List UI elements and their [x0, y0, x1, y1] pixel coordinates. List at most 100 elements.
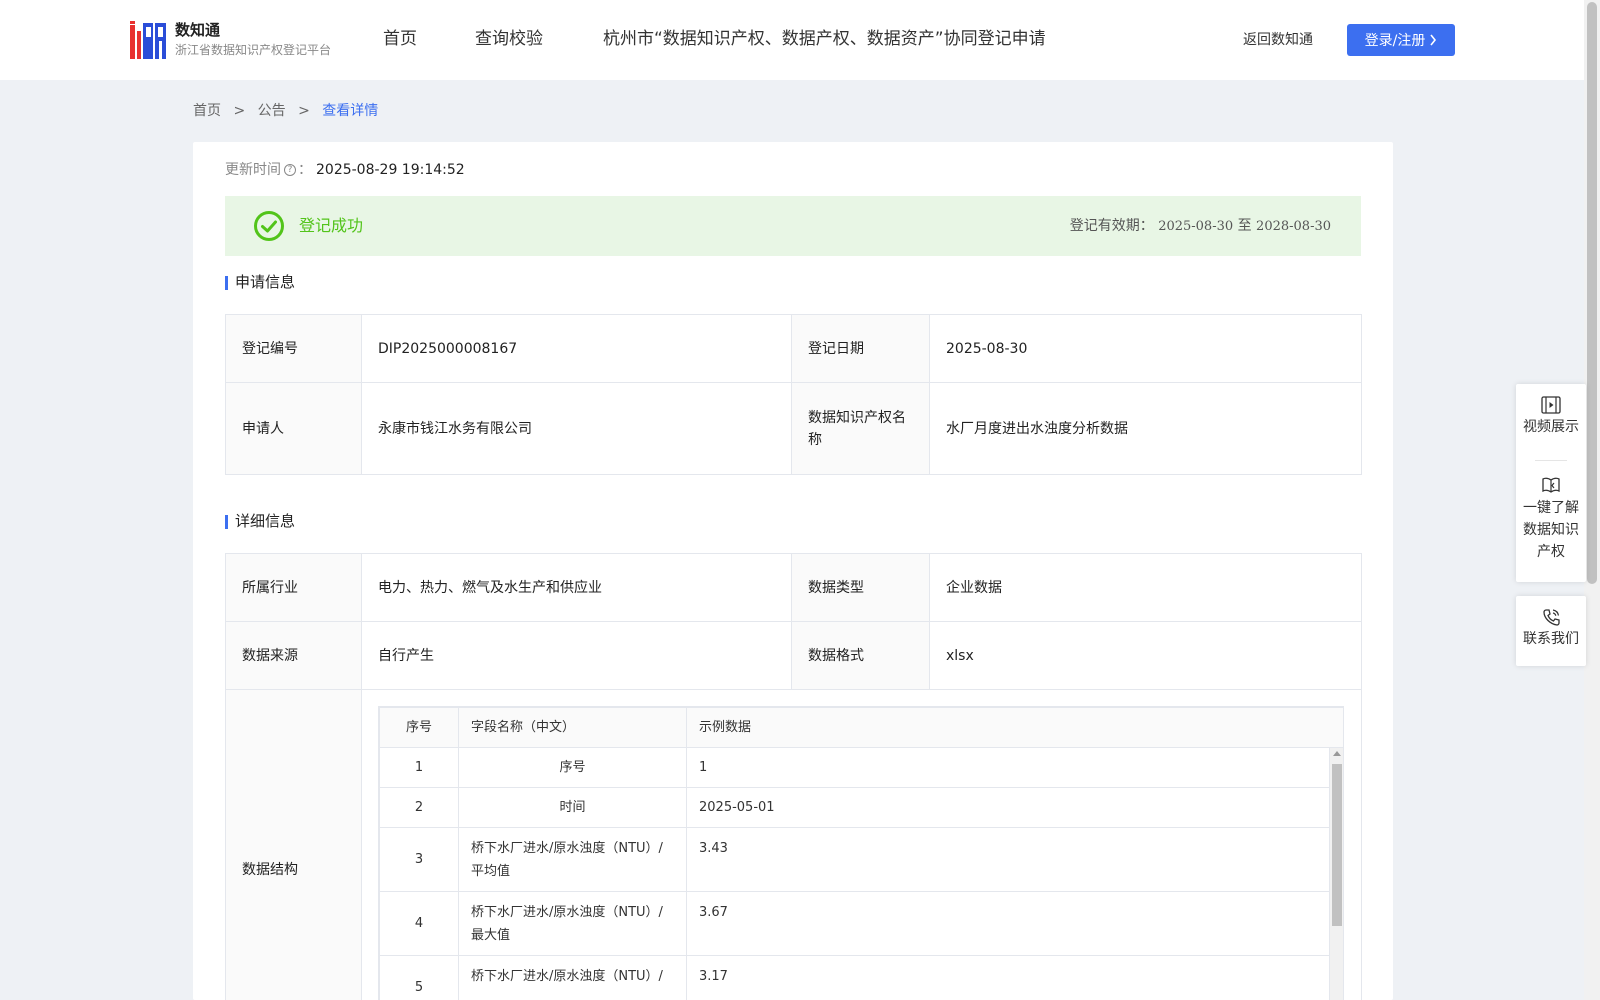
row-field: 时间	[458, 787, 687, 828]
breadcrumb-announcement[interactable]: 公告	[258, 103, 286, 119]
table-row: 所属行业 电力、热力、燃气及水生产和供应业 数据类型 企业数据	[225, 553, 1362, 622]
top-header: 数知通 浙江省数据知识产权登记平台 首页 查询校验 杭州市“数据知识产权、数据产…	[0, 0, 1584, 80]
logo-subtitle: 浙江省数据知识产权登记平台	[175, 43, 332, 57]
table-row: 登记编号 DIP2025000008167 登记日期 2025-08-30	[225, 314, 1362, 383]
industry-label: 所属行业	[225, 553, 362, 622]
update-time-value: 2025-08-29 19:14:52	[316, 162, 465, 178]
validity-period: 登记有效期： 2025-08-30 至 2028-08-30	[1070, 216, 1331, 237]
reg-no-label: 登记编号	[225, 314, 362, 383]
help-icon[interactable]: ?	[284, 164, 296, 176]
col-header-index: 序号	[379, 707, 459, 748]
login-register-label: 登录/注册	[1364, 33, 1426, 49]
table-row: 1 序号 1	[379, 747, 1343, 788]
table-row: 数据结构 序号 字段名称（中文） 示例数据 1 序号 1 2 时间 2025-0…	[225, 689, 1362, 1000]
data-type-label: 数据类型	[791, 553, 930, 622]
scroll-up-arrow-icon[interactable]	[1333, 751, 1341, 756]
learn-data-ip-button[interactable]: 一键了解 数据知识 产权	[1516, 461, 1586, 563]
structure-table-wrapper[interactable]: 序号 字段名称（中文） 示例数据 1 序号 1 2 时间 2025-05-01 …	[378, 706, 1344, 1000]
col-header-field: 字段名称（中文）	[458, 707, 687, 748]
row-sample: 3.17	[686, 955, 1343, 1000]
validity-label: 登记有效期：	[1069, 218, 1154, 234]
applicant-value: 永康市钱江水务有限公司	[361, 382, 792, 475]
applicant-label: 申请人	[225, 382, 362, 475]
back-to-shuzhitong-link[interactable]: 返回数知通	[1243, 30, 1313, 50]
registration-status-bar: 登记成功 登记有效期： 2025-08-30 至 2028-08-30	[225, 196, 1361, 256]
update-time-colon: ：	[298, 162, 312, 178]
ip-name-value: 水厂月度进出水浊度分析数据	[929, 382, 1362, 475]
source-value: 自行产生	[361, 621, 792, 690]
table-row: 5 桥下水厂进水/原水浊度（NTU）/ 3.17	[379, 955, 1343, 1000]
logo-icon[interactable]	[130, 21, 166, 59]
page-scrollbar-thumb[interactable]	[1587, 2, 1597, 584]
application-info-title: 申请信息	[225, 272, 295, 292]
row-sample: 3.67	[686, 891, 1343, 956]
nav-query-verify[interactable]: 查询校验	[475, 28, 543, 50]
breadcrumb-separator: >	[233, 103, 246, 119]
reg-no-value: DIP2025000008167	[361, 314, 792, 383]
logo-text: 数知通 浙江省数据知识产权登记平台	[175, 20, 331, 59]
row-index: 1	[379, 747, 459, 788]
breadcrumb-current: 查看详情	[322, 103, 379, 119]
contact-us-button[interactable]: 联系我们	[1516, 596, 1586, 650]
detail-info-table: 所属行业 电力、热力、燃气及水生产和供应业 数据类型 企业数据 数据来源 自行产…	[225, 553, 1362, 1000]
structure-table-scrollbar[interactable]	[1329, 748, 1343, 1000]
col-header-sample: 示例数据	[686, 707, 1343, 748]
structure-cell: 序号 字段名称（中文） 示例数据 1 序号 1 2 时间 2025-05-01 …	[361, 689, 1362, 1000]
detail-card: 更新时间 ? ： 2025-08-29 19:14:52 登记成功 登记有效期：…	[193, 142, 1393, 1000]
contact-us-label: 联系我们	[1523, 631, 1579, 647]
float-help-panel: 视频展示 一键了解 数据知识 产权	[1516, 384, 1586, 582]
application-info-table: 登记编号 DIP2025000008167 登记日期 2025-08-30 申请…	[225, 314, 1362, 475]
row-sample: 2025-05-01	[686, 787, 1343, 828]
float-contact-panel: 联系我们	[1516, 596, 1586, 666]
learn-line-3: 产权	[1537, 544, 1565, 560]
row-field: 桥下水厂进水/原水浊度（NTU）/最大值	[458, 891, 687, 956]
table-row: 4 桥下水厂进水/原水浊度（NTU）/最大值 3.67	[379, 891, 1343, 956]
reg-date-value: 2025-08-30	[929, 314, 1362, 383]
video-showcase-label: 视频展示	[1523, 419, 1579, 435]
logo-title: 数知通	[175, 21, 221, 39]
row-sample: 3.43	[686, 827, 1343, 892]
row-index: 3	[379, 827, 459, 892]
ip-name-label: 数据知识产权名称	[791, 382, 930, 475]
breadcrumb-home[interactable]: 首页	[193, 103, 221, 119]
nav-home[interactable]: 首页	[383, 28, 417, 50]
chevron-right-icon	[1430, 34, 1437, 46]
update-time: 更新时间 ? ： 2025-08-29 19:14:52	[225, 160, 465, 180]
phone-icon	[1543, 609, 1560, 626]
source-label: 数据来源	[225, 621, 362, 690]
table-row: 数据来源 自行产生 数据格式 xlsx	[225, 621, 1362, 690]
format-value: xlsx	[929, 621, 1362, 690]
validity-to: 2028-08-30	[1256, 219, 1331, 234]
status-text: 登记成功	[299, 216, 364, 235]
row-index: 4	[379, 891, 459, 956]
nav-hangzhou-registration[interactable]: 杭州市“数据知识产权、数据产权、数据资产”协同登记申请	[603, 28, 1046, 50]
breadcrumb: 首页 > 公告 > 查看详情	[193, 101, 386, 121]
page-scrollbar[interactable]	[1584, 0, 1600, 1000]
table-row: 申请人 永康市钱江水务有限公司 数据知识产权名称 水厂月度进出水浊度分析数据	[225, 382, 1362, 475]
industry-value: 电力、热力、燃气及水生产和供应业	[361, 553, 792, 622]
update-time-label: 更新时间	[225, 162, 281, 178]
structure-scrollbar-thumb[interactable]	[1332, 764, 1342, 926]
structure-label: 数据结构	[225, 689, 362, 1000]
row-field: 桥下水厂进水/原水浊度（NTU）/平均值	[458, 827, 687, 892]
detail-info-title: 详细信息	[225, 511, 295, 531]
book-icon	[1542, 477, 1560, 493]
row-sample: 1	[686, 747, 1343, 788]
login-register-button[interactable]: 登录/注册	[1347, 24, 1455, 56]
row-index: 5	[379, 955, 459, 1000]
table-row: 2 时间 2025-05-01	[379, 787, 1343, 828]
structure-table: 序号 字段名称（中文） 示例数据 1 序号 1 2 时间 2025-05-01 …	[379, 707, 1343, 1000]
video-icon	[1541, 396, 1561, 414]
data-type-value: 企业数据	[929, 553, 1362, 622]
table-row: 3 桥下水厂进水/原水浊度（NTU）/平均值 3.43	[379, 827, 1343, 892]
video-showcase-button[interactable]: 视频展示	[1516, 384, 1586, 460]
learn-line-2: 数据知识	[1523, 522, 1579, 538]
learn-line-1: 一键了解	[1523, 500, 1579, 516]
format-label: 数据格式	[791, 621, 930, 690]
row-index: 2	[379, 787, 459, 828]
row-field: 序号	[458, 747, 687, 788]
breadcrumb-separator: >	[298, 103, 310, 119]
validity-to-word: 至	[1237, 218, 1252, 234]
reg-date-label: 登记日期	[791, 314, 930, 383]
check-circle-icon	[254, 211, 284, 241]
